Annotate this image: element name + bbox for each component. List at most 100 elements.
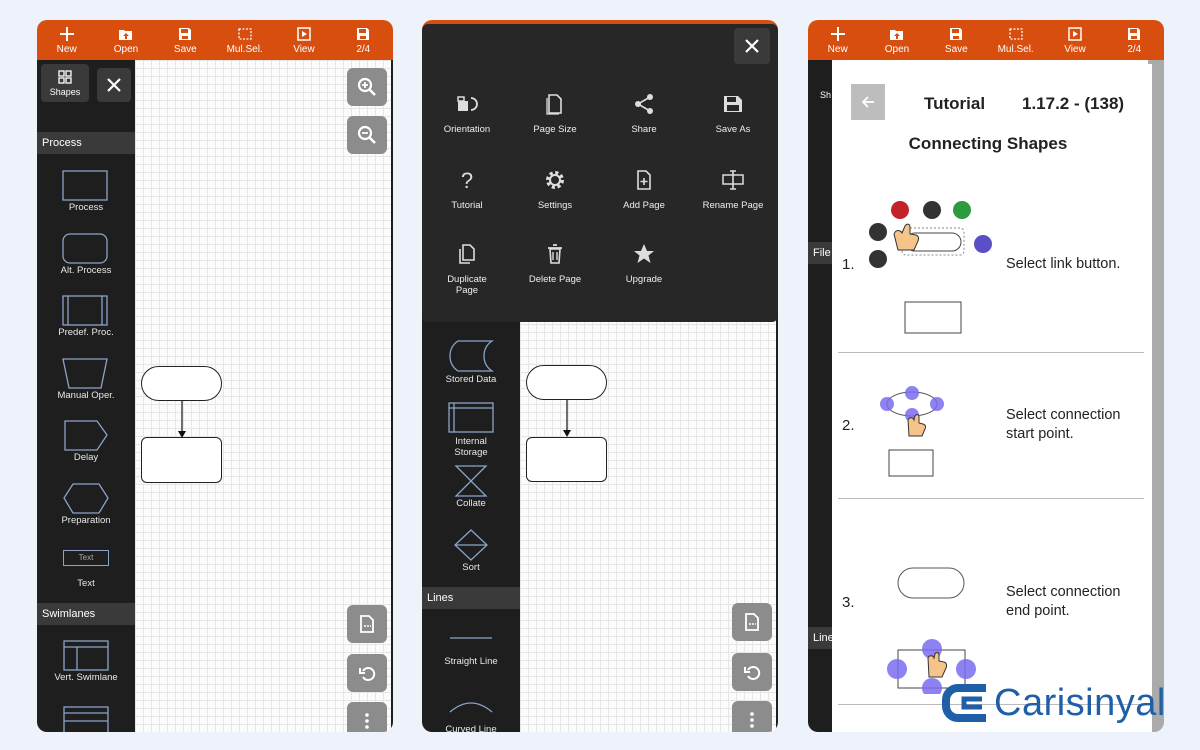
internal-storage-shape-icon (448, 402, 494, 433)
new-button[interactable]: New (808, 20, 867, 60)
plus-icon (830, 26, 845, 41)
delay-shape-icon (64, 420, 108, 451)
menu-upgrade[interactable]: Upgrade (599, 242, 689, 285)
line-curved[interactable]: Curved Line (422, 694, 520, 732)
brand-name: Carisinyal (994, 681, 1166, 724)
menu-orientation[interactable]: Orientation (422, 92, 512, 135)
brand-logo: Carisinyal (942, 680, 1166, 726)
undo-icon (359, 667, 376, 681)
page-menu-button[interactable] (347, 605, 387, 643)
shapes-tab[interactable]: Shapes (41, 64, 89, 102)
multi-select-button[interactable]: Mul.Sel. (986, 20, 1045, 60)
shape-delay[interactable]: Delay (37, 418, 135, 463)
grid-icon (58, 69, 72, 84)
flowchart-terminator-node[interactable] (141, 366, 222, 401)
page-size-icon (546, 94, 562, 115)
orientation-icon (457, 96, 478, 111)
connection-end-illustration (887, 567, 976, 694)
collate-shape-icon (454, 465, 488, 497)
tutorial-title: Tutorial (924, 94, 986, 113)
save-button[interactable]: Save (156, 20, 215, 60)
shape-alt-process[interactable]: Alt. Process (37, 231, 135, 276)
connector-arrow[interactable] (561, 400, 573, 440)
zoom-in-button[interactable] (347, 68, 387, 106)
back-button[interactable] (851, 84, 885, 120)
save-as-icon (724, 96, 742, 112)
shape-process[interactable]: Process (37, 168, 135, 213)
vertical-swimlane-shape-icon (63, 640, 109, 671)
view-button[interactable]: View (274, 20, 333, 60)
new-button[interactable]: New (37, 20, 96, 60)
more-options-button[interactable] (732, 701, 772, 732)
folder-open-icon (889, 29, 903, 40)
step-number: 1. (842, 256, 855, 273)
vertical-dots-icon (750, 712, 754, 728)
menu-page-size[interactable]: Page Size (510, 92, 600, 135)
straight-line-icon (450, 637, 492, 639)
phone-screen-menu: Stored Data Internal Storage Collate Sor… (422, 20, 778, 732)
vertical-dots-icon (365, 713, 369, 729)
open-button[interactable]: Open (867, 20, 926, 60)
menu-add-page[interactable]: Add Page (599, 168, 689, 211)
arrow-left-icon (861, 96, 874, 108)
view-button[interactable]: View (1045, 20, 1104, 60)
tutorial-subtitle: Connecting Shapes (908, 134, 1068, 153)
menu-rename-page[interactable]: Rename Page (688, 168, 778, 211)
play-screen-icon (297, 26, 311, 41)
shape-collate[interactable]: Collate (422, 464, 520, 509)
step-divider (838, 498, 1144, 499)
curved-line-icon (449, 702, 493, 713)
gear-icon (546, 171, 564, 189)
step-number: 3. (842, 594, 855, 611)
shape-preparation[interactable]: Preparation (37, 481, 135, 526)
close-menu-button[interactable] (734, 28, 770, 64)
multi-select-button[interactable]: Mul.Sel. (215, 20, 274, 60)
open-button[interactable]: Open (96, 20, 155, 60)
add-page-icon (637, 170, 651, 190)
save-icon (357, 27, 370, 40)
preparation-shape-icon (63, 483, 109, 514)
menu-delete-page[interactable]: Delete Page (510, 242, 600, 285)
menu-tutorial[interactable]: ? Tutorial (422, 168, 512, 211)
shape-internal-storage[interactable]: Internal Storage (422, 400, 520, 458)
play-screen-icon (1068, 26, 1082, 41)
close-icon (107, 78, 121, 92)
alt-process-shape-icon (62, 233, 108, 264)
page-save-indicator[interactable]: 2/4 (1105, 20, 1164, 60)
plus-icon (59, 26, 74, 41)
phone-screen-shapes: New Open Save Mul.Sel. View 2/4 Shapes P… (37, 20, 393, 732)
save-button[interactable]: Save (927, 20, 986, 60)
shape-predefined-process[interactable]: Predef. Proc. (37, 293, 135, 338)
flowchart-terminator-node[interactable] (526, 365, 607, 400)
duplicate-icon (459, 244, 475, 264)
page-menu-button[interactable] (732, 603, 772, 641)
shape-sort[interactable]: Sort (422, 528, 520, 573)
zoom-out-button[interactable] (347, 116, 387, 154)
line-straight[interactable]: Straight Line (422, 628, 520, 667)
horizontal-swimlane-shape-icon[interactable] (61, 704, 111, 732)
top-toolbar: New Open Save Mul.Sel. View 2/4 (808, 20, 1164, 60)
sort-shape-icon (454, 529, 488, 561)
more-options-button[interactable] (347, 702, 387, 732)
predefined-process-shape-icon (62, 295, 108, 326)
star-icon (634, 244, 654, 263)
shape-text[interactable]: Text Text (37, 544, 135, 589)
process-shape-icon (62, 170, 108, 201)
menu-duplicate-page[interactable]: Duplicate Page (422, 242, 512, 296)
flowchart-process-node[interactable] (141, 437, 222, 483)
undo-button[interactable] (732, 653, 772, 691)
rename-icon (722, 170, 744, 190)
shape-manual-operation[interactable]: Manual Oper. (37, 356, 135, 401)
menu-settings[interactable]: Settings (510, 168, 600, 211)
flowchart-process-node[interactable] (526, 437, 607, 482)
menu-share[interactable]: Share (599, 92, 689, 135)
menu-save-as[interactable]: Save As (688, 92, 778, 135)
page-save-indicator[interactable]: 2/4 (334, 20, 393, 60)
close-sidebar-button[interactable] (97, 68, 131, 102)
connector-arrow[interactable] (176, 401, 188, 441)
shape-stored-data[interactable]: Stored Data (422, 338, 520, 385)
section-lines: Line (808, 627, 832, 649)
shape-vertical-swimlane[interactable]: Vert. Swimlane (37, 638, 135, 683)
undo-button[interactable] (347, 654, 387, 692)
tutorial-panel: Tutorial 1.17.2 - (138) Connecting Shape… (832, 64, 1152, 732)
